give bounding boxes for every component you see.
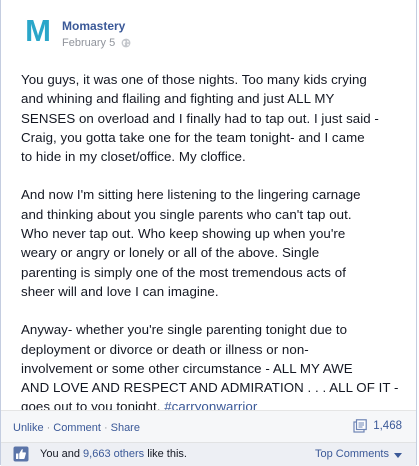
likes-prefix: You and <box>40 448 84 460</box>
likes-bar: You and 9,663 others like this. Top Comm… <box>1 442 416 466</box>
post-paragraph-1: You guys, it was one of those nights. To… <box>21 72 379 165</box>
post-body: You guys, it was one of those nights. To… <box>21 70 405 436</box>
likes-others-link[interactable]: 9,663 others <box>83 448 144 460</box>
avatar-letter: M <box>25 14 51 46</box>
comment-link[interactable]: Comment <box>53 421 101 435</box>
share-link[interactable]: Share <box>111 421 140 435</box>
action-bar: Unlike · Comment · Share 1,468 <box>1 410 416 443</box>
caret-down-icon <box>394 452 402 458</box>
facebook-post: M Momastery February 5 You guys, it was … <box>0 0 417 466</box>
likes-summary: You and 9,663 others like this. <box>40 448 187 461</box>
top-comments-label: Top Comments <box>315 448 389 460</box>
post-paragraph-2: And now I'm sitting here listening to th… <box>21 187 361 299</box>
unlike-link[interactable]: Unlike <box>13 421 44 435</box>
share-count[interactable]: 1,468 <box>353 419 402 433</box>
share-icon <box>353 419 368 433</box>
page-name-link[interactable]: Momastery <box>62 19 125 33</box>
action-separator: · <box>103 422 108 434</box>
globe-icon <box>121 38 131 48</box>
likes-suffix: like this. <box>144 448 187 460</box>
post-date[interactable]: February 5 <box>62 36 115 50</box>
post-paragraph-3: Anyway- whether you're single parenting … <box>21 320 405 416</box>
share-count-value: 1,468 <box>373 420 402 432</box>
action-separator: · <box>46 422 51 434</box>
top-comments-dropdown[interactable]: Top Comments <box>315 448 402 461</box>
page-avatar[interactable]: M <box>24 14 52 46</box>
post-header: M Momastery February 5 <box>24 14 404 54</box>
thumbs-up-icon <box>13 446 29 462</box>
post-actions: Unlike · Comment · Share <box>13 421 140 435</box>
post-meta: February 5 <box>62 36 131 50</box>
